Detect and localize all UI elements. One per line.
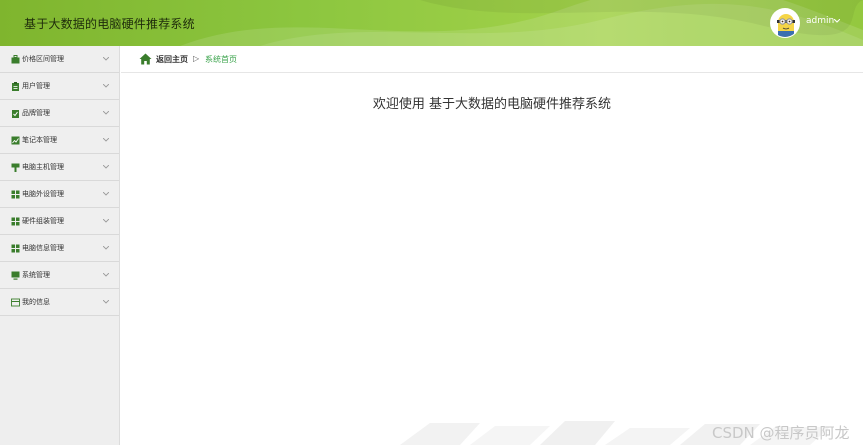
sidebar-item-label: 用户管理 <box>22 82 50 90</box>
breadcrumb-home-link[interactable]: 返回主页 <box>156 54 188 65</box>
top-header: 基于大数据的电脑硬件推荐系统 admin <box>0 0 863 46</box>
sidebar-item-brands[interactable]: 品牌管理 <box>0 100 119 127</box>
watermark: CSDN @程序员阿龙 <box>712 424 850 442</box>
sidebar-item-peripherals[interactable]: 电脑外设管理 <box>0 181 119 208</box>
sidebar-item-system[interactable]: 系统管理 <box>0 262 119 289</box>
breadcrumb: 返回主页 ▷ 系统首页 <box>121 46 863 73</box>
breadcrumb-separator: ▷ <box>193 54 200 63</box>
checklist-icon <box>12 110 19 118</box>
card-icon <box>11 298 20 307</box>
chevron-down-icon <box>103 273 109 277</box>
sidebar: 价格区间管理 用户管理 品牌管理 笔记本管理 电脑主机管理 电脑外设管理 硬件组… <box>0 46 120 445</box>
sidebar-item-label: 电脑信息管理 <box>22 244 64 252</box>
sidebar-item-label: 电脑外设管理 <box>22 190 64 198</box>
monitor-icon <box>11 271 20 280</box>
sidebar-item-computer-info[interactable]: 电脑信息管理 <box>0 235 119 262</box>
sidebar-item-label: 价格区间管理 <box>22 55 64 63</box>
welcome-message: 欢迎使用 基于大数据的电脑硬件推荐系统 <box>372 97 612 112</box>
chevron-down-icon <box>103 111 109 115</box>
sidebar-item-assembly[interactable]: 硬件组装管理 <box>0 208 119 235</box>
chevron-down-icon <box>103 300 109 304</box>
caret-down-icon[interactable] <box>834 19 840 23</box>
sidebar-item-label: 笔记本管理 <box>22 136 57 144</box>
grid-icon <box>11 244 20 253</box>
grid-icon <box>11 190 20 199</box>
sidebar-item-my-info[interactable]: 我的信息 <box>0 289 119 316</box>
chevron-down-icon <box>103 192 109 196</box>
sidebar-item-users[interactable]: 用户管理 <box>0 73 119 100</box>
clipboard-icon <box>12 82 19 91</box>
sidebar-item-price-range[interactable]: 价格区间管理 <box>0 46 119 73</box>
pin-icon <box>11 163 20 172</box>
sidebar-item-label: 硬件组装管理 <box>22 217 64 225</box>
chevron-down-icon <box>103 246 109 250</box>
sidebar-item-desktops[interactable]: 电脑主机管理 <box>0 154 119 181</box>
chevron-down-icon <box>103 84 109 88</box>
user-name[interactable]: admin <box>806 16 834 26</box>
chart-icon <box>11 136 20 145</box>
breadcrumb-current[interactable]: 系统首页 <box>205 54 237 65</box>
sidebar-item-label: 系统管理 <box>22 271 50 279</box>
chevron-down-icon <box>103 219 109 223</box>
grid-icon <box>11 217 20 226</box>
chevron-down-icon <box>103 57 109 61</box>
chevron-down-icon <box>103 165 109 169</box>
app-title: 基于大数据的电脑硬件推荐系统 <box>24 17 195 31</box>
sidebar-item-laptops[interactable]: 笔记本管理 <box>0 127 119 154</box>
sidebar-item-label: 我的信息 <box>22 298 50 306</box>
sidebar-item-label: 电脑主机管理 <box>22 163 64 171</box>
briefcase-icon <box>11 55 20 64</box>
sidebar-item-label: 品牌管理 <box>22 109 50 117</box>
home-icon[interactable] <box>139 53 152 65</box>
user-avatar[interactable] <box>770 8 800 38</box>
chevron-down-icon <box>103 138 109 142</box>
